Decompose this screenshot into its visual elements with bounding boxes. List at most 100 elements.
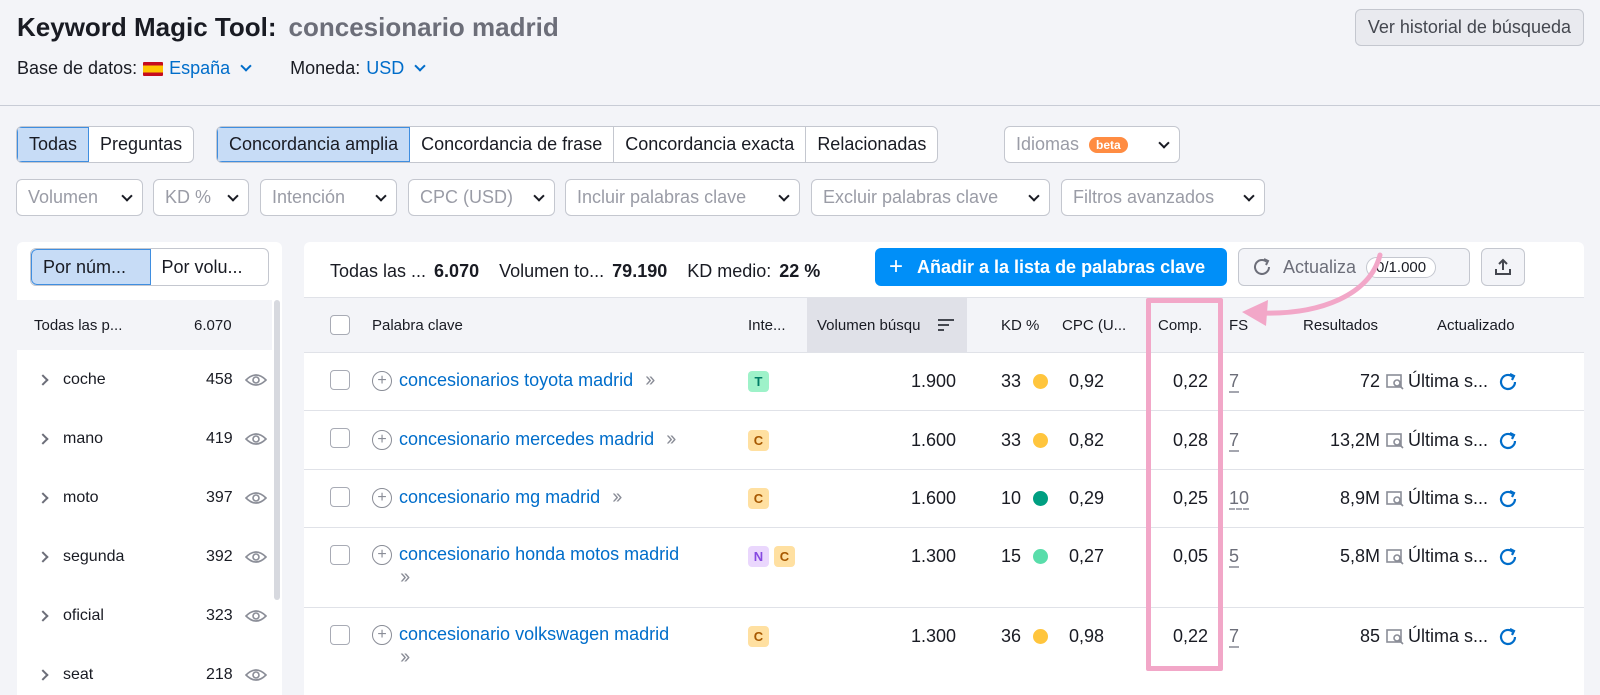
eye-icon[interactable] (245, 550, 267, 564)
group-row[interactable]: seat 218 (17, 645, 272, 695)
eye-icon[interactable] (245, 668, 267, 682)
export-button[interactable] (1481, 248, 1525, 286)
sort-by-number[interactable]: Por núm... (31, 249, 151, 285)
group-row[interactable]: coche 458 (17, 350, 272, 409)
updated-value: Última s... (1408, 371, 1489, 391)
languages-dropdown[interactable]: Idiomas beta (1004, 126, 1180, 163)
add-keyword-icon[interactable]: + (372, 487, 392, 508)
tab-todas[interactable]: Todas (17, 127, 90, 162)
row-checkbox[interactable] (330, 487, 350, 507)
serp-icon[interactable] (1386, 548, 1404, 565)
all-groups-row[interactable]: Todas las p... 6.070 (17, 300, 272, 350)
select-all-checkbox[interactable] (330, 298, 350, 352)
tab-broad-match[interactable]: Concordancia amplia (217, 127, 411, 162)
tab-preguntas[interactable]: Preguntas (89, 127, 193, 162)
row-checkbox[interactable] (330, 370, 350, 390)
refresh-icon[interactable] (1498, 547, 1518, 567)
filter-intent[interactable]: Intención (260, 179, 397, 216)
filter-volume[interactable]: Volumen (16, 179, 143, 216)
tab-exact-match[interactable]: Concordancia exacta (614, 127, 807, 162)
serp-icon[interactable] (1386, 373, 1404, 390)
fs-value[interactable]: 7 (1229, 371, 1239, 392)
row-checkbox[interactable] (330, 545, 350, 565)
add-keyword-icon[interactable]: + (372, 624, 392, 645)
row-checkbox[interactable] (330, 428, 350, 448)
serp-icon[interactable] (1386, 490, 1404, 507)
update-metrics-button[interactable]: Actualiza 0/1.000 (1238, 248, 1470, 286)
add-keyword-icon[interactable]: + (372, 429, 392, 450)
filter-label: CPC (USD) (420, 187, 513, 207)
chevron-right-icon[interactable] (37, 668, 49, 681)
chevrons-right-icon[interactable]: ›› (645, 369, 655, 392)
currency-label: Moneda: (290, 58, 361, 78)
add-to-keyword-list-button[interactable]: + Añadir a la lista de palabras clave (875, 248, 1227, 286)
col-kd[interactable]: KD % (1001, 298, 1039, 352)
refresh-icon[interactable] (1498, 489, 1518, 509)
sort-by-volume[interactable]: Por volu... (151, 249, 269, 285)
table-row: + concesionario volkswagen madrid ›› C 1… (304, 608, 1584, 688)
col-comp[interactable]: Comp. (1158, 298, 1202, 352)
filter-kd[interactable]: KD % (153, 179, 249, 216)
keyword-link[interactable]: concesionario mg madrid (399, 487, 600, 508)
serp-icon[interactable] (1386, 432, 1404, 449)
chevron-down-icon (227, 189, 239, 202)
eye-icon[interactable] (245, 609, 267, 623)
group-count: 323 (206, 606, 233, 624)
tab-related[interactable]: Relacionadas (806, 127, 937, 162)
group-row[interactable]: segunda 392 (17, 527, 272, 586)
add-keyword-icon[interactable]: + (372, 370, 392, 391)
add-keyword-icon[interactable]: + (372, 544, 392, 565)
tab-phrase-match[interactable]: Concordancia de frase (410, 127, 615, 162)
col-volume[interactable]: Volumen búsqu (807, 298, 967, 352)
group-row[interactable]: moto 397 (17, 468, 272, 527)
database-select[interactable]: España (143, 58, 252, 79)
filter-advanced[interactable]: Filtros avanzados (1061, 179, 1265, 216)
refresh-icon[interactable] (1498, 627, 1518, 647)
filter-cpc[interactable]: CPC (USD) (408, 179, 555, 216)
chevrons-right-icon[interactable]: ›› (400, 646, 410, 669)
chevrons-right-icon[interactable]: ›› (666, 428, 676, 451)
refresh-icon[interactable] (1498, 372, 1518, 392)
group-row[interactable]: mano 419 (17, 409, 272, 468)
keyword-link[interactable]: concesionario mercedes madrid (399, 429, 654, 450)
filter-include-keywords[interactable]: Incluir palabras clave (565, 179, 800, 216)
fs-value[interactable]: 7 (1229, 430, 1239, 451)
eye-icon[interactable] (245, 491, 267, 505)
refresh-icon[interactable] (1498, 431, 1518, 451)
row-checkbox[interactable] (330, 625, 350, 645)
table-row: + concesionario mg madrid ›› C 1.600 10 … (304, 470, 1584, 528)
col-intent[interactable]: Inte... (748, 298, 786, 352)
serp-icon[interactable] (1386, 628, 1404, 645)
fs-value[interactable]: 5 (1229, 546, 1239, 567)
chevron-right-icon[interactable] (37, 609, 49, 622)
col-fs[interactable]: FS (1229, 298, 1248, 352)
update-count-badge: 0/1.000 (1366, 256, 1437, 278)
currency-select[interactable]: USD (366, 58, 426, 79)
col-keyword[interactable]: Palabra clave (372, 298, 463, 352)
fs-value[interactable]: 7 (1229, 626, 1239, 647)
filter-exclude-keywords[interactable]: Excluir palabras clave (811, 179, 1050, 216)
group-row[interactable]: oficial 323 (17, 586, 272, 645)
chevron-right-icon[interactable] (37, 432, 49, 445)
chevrons-right-icon[interactable]: ›› (400, 566, 410, 589)
eye-icon[interactable] (245, 373, 267, 387)
table-row: + concesionario mercedes madrid ›› C 1.6… (304, 411, 1584, 470)
scrollbar[interactable] (274, 300, 280, 600)
col-results[interactable]: Resultados (1303, 298, 1378, 352)
chevrons-right-icon[interactable]: ›› (612, 486, 622, 509)
keyword-link[interactable]: concesionario volkswagen madrid (399, 624, 669, 645)
results-value: 13,2M (1329, 430, 1380, 450)
col-updated[interactable]: Actualizado (1437, 298, 1515, 352)
col-cpc[interactable]: CPC (U... (1062, 298, 1126, 352)
keyword-link[interactable]: concesionarios toyota madrid (399, 370, 633, 391)
chevron-right-icon[interactable] (37, 373, 49, 386)
search-history-button[interactable]: Ver historial de búsqueda (1354, 9, 1584, 46)
fs-value[interactable]: 10 (1229, 488, 1249, 509)
languages-label: Idiomas (1016, 134, 1080, 154)
chevron-right-icon[interactable] (37, 550, 49, 563)
eye-icon[interactable] (245, 432, 267, 446)
checkbox[interactable] (330, 315, 350, 335)
keyword-link[interactable]: concesionario honda motos madrid (399, 544, 679, 565)
chevron-right-icon[interactable] (37, 491, 49, 504)
updated-value: Última s... (1408, 488, 1489, 508)
